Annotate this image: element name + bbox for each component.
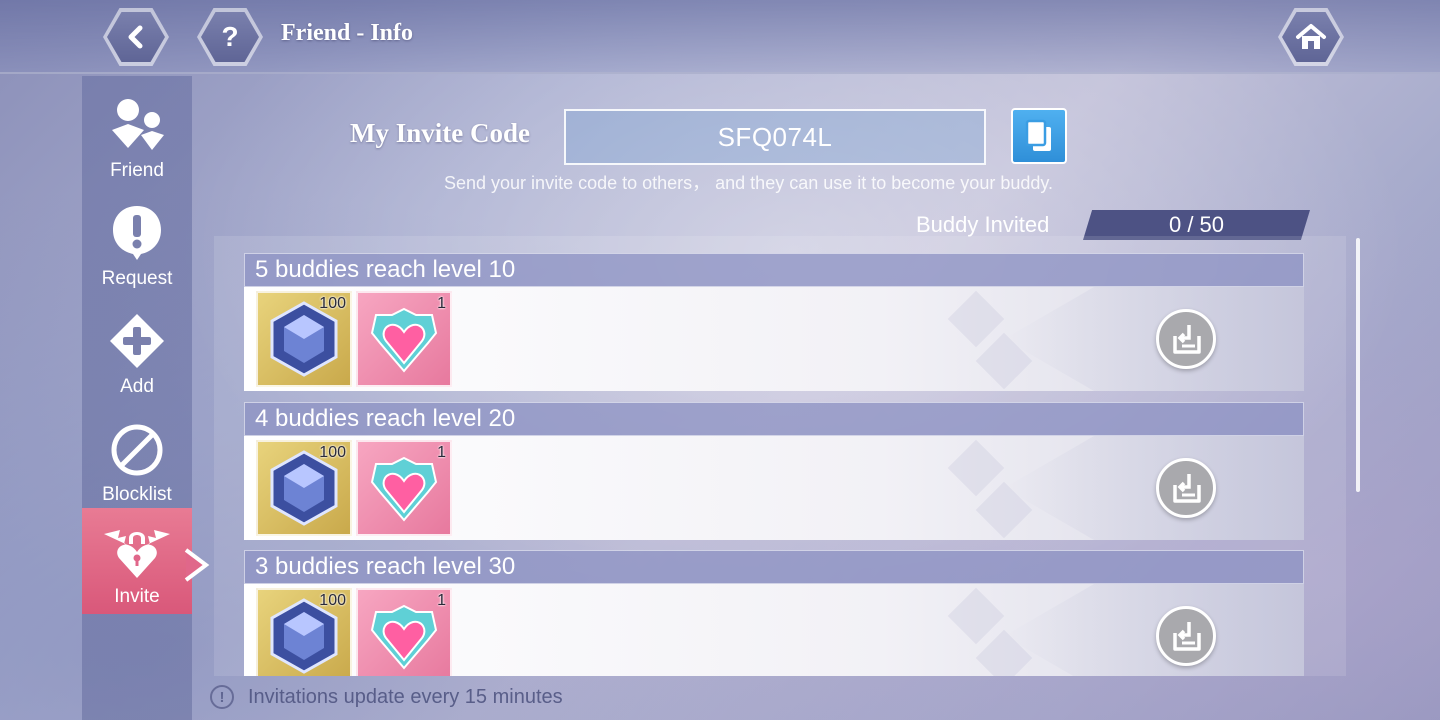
claim-icon [1173, 325, 1201, 354]
claim-button[interactable] [1156, 458, 1216, 518]
page-title: Friend - Info [281, 20, 413, 46]
copy-button[interactable] [1011, 108, 1067, 164]
buddy-invited-label: Buddy Invited [916, 212, 1050, 237]
task-title: 4 buddies reach level 20 [244, 402, 1304, 436]
sidebar-item-label: Friend [110, 160, 164, 181]
home-icon [1296, 24, 1326, 49]
invite-hint: Send your invite code to others， and the… [444, 173, 1054, 193]
exclamation-icon [113, 206, 161, 260]
sidebar-item-request[interactable]: Request [82, 190, 192, 296]
sidebar-item-label: Blocklist [102, 484, 172, 505]
reward-quantity: 1 [437, 295, 446, 312]
top-bar: ? Friend - Info [0, 0, 1440, 74]
reward-item[interactable]: 100 [256, 440, 352, 536]
block-icon [111, 424, 163, 476]
claim-icon [1173, 622, 1201, 651]
task-row: 3 buddies reach level 30 100 1 [244, 550, 1304, 676]
reward-quantity: 1 [437, 444, 446, 461]
help-question-icon: ? [221, 21, 239, 52]
task-body: 100 1 [244, 584, 1304, 676]
footer-note: ! Invitations update every 15 minutes [210, 685, 563, 709]
copy-icon [1025, 119, 1051, 151]
invite-code-field[interactable]: SFQ074L [564, 109, 986, 165]
active-tab-pointer-icon [184, 548, 210, 582]
reward-item[interactable]: 1 [356, 291, 452, 387]
decoration [947, 439, 1005, 497]
help-button[interactable]: ? [197, 8, 263, 66]
reward-item[interactable]: 100 [256, 588, 352, 676]
task-body: 100 1 [244, 436, 1304, 540]
sidebar-item-add[interactable]: Add [82, 298, 192, 404]
reward-item[interactable]: 100 [256, 291, 352, 387]
sidebar-item-blocklist[interactable]: Blocklist [82, 406, 192, 512]
task-body: 100 1 [244, 287, 1304, 391]
reward-quantity: 1 [437, 592, 446, 609]
decoration [947, 290, 1005, 348]
decoration [947, 587, 1005, 645]
decoration [1004, 436, 1304, 540]
decoration [1004, 287, 1304, 391]
info-icon: ! [210, 685, 234, 709]
task-row: 5 buddies reach level 10 100 1 [244, 253, 1304, 393]
claim-button[interactable] [1156, 309, 1216, 369]
friends-icon [112, 99, 164, 150]
footer-text: Invitations update every 15 minutes [248, 685, 563, 708]
scrollbar[interactable] [1356, 238, 1360, 492]
plus-icon [110, 314, 164, 368]
invite-code-label: My Invite Code [350, 118, 530, 148]
sidebar-item-invite[interactable]: Invite [82, 508, 192, 614]
claim-button[interactable] [1156, 606, 1216, 666]
invite-task-list[interactable]: 5 buddies reach level 10 100 1 4 buddies… [214, 236, 1346, 676]
task-row: 4 buddies reach level 20 100 1 [244, 402, 1304, 542]
decoration [1004, 584, 1304, 676]
task-title: 3 buddies reach level 30 [244, 550, 1304, 584]
reward-quantity: 100 [319, 444, 346, 461]
back-arrow-icon [128, 25, 143, 49]
back-button[interactable] [103, 8, 169, 66]
sidebar-item-label: Request [101, 268, 173, 289]
claim-icon [1173, 474, 1201, 503]
reward-quantity: 100 [319, 592, 346, 609]
sidebar: Friend Request Add Blocklist Invite [82, 76, 192, 720]
sidebar-item-label: Invite [114, 586, 160, 607]
winged-heart-lock-icon [104, 530, 170, 578]
sidebar-item-label: Add [120, 376, 154, 397]
sidebar-item-friend[interactable]: Friend [82, 82, 192, 188]
home-button[interactable] [1278, 8, 1344, 66]
reward-item[interactable]: 1 [356, 440, 452, 536]
reward-item[interactable]: 1 [356, 588, 452, 676]
reward-quantity: 100 [319, 295, 346, 312]
task-title: 5 buddies reach level 10 [244, 253, 1304, 287]
